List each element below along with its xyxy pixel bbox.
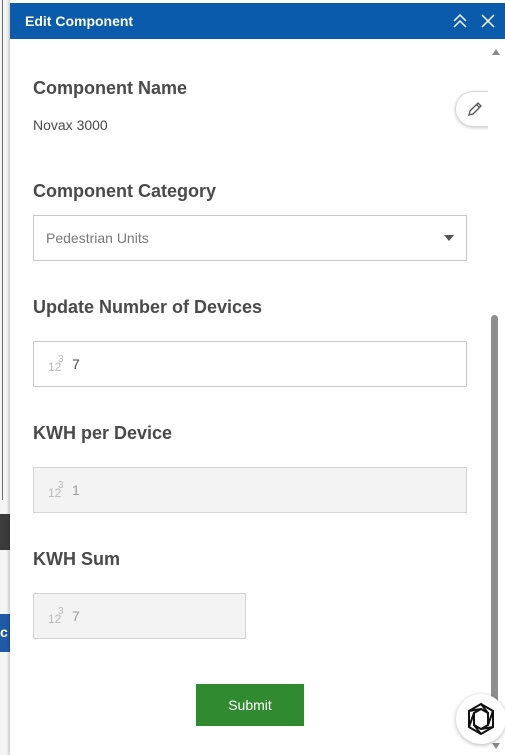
header-actions <box>451 12 497 30</box>
scroll-down-arrow-icon[interactable] <box>492 743 500 749</box>
component-name-label: Component Name <box>33 78 188 98</box>
background-divider <box>0 0 3 500</box>
kwh-per-device-input: 12 3 1 <box>33 467 467 513</box>
number-of-devices-value: 7 <box>72 356 80 372</box>
kwh-sum-input: 12 3 7 <box>33 593 246 639</box>
background-blue-button-text: c <box>0 624 8 640</box>
number-icon: 12 3 <box>48 354 64 374</box>
assistant-button[interactable] <box>456 694 505 744</box>
number-of-devices-label: Update Number of Devices <box>33 297 263 317</box>
double-chevron-up-icon <box>453 13 467 28</box>
kwh-per-device-label: KWH per Device <box>33 423 173 443</box>
panel-title: Edit Component <box>25 13 134 29</box>
assistant-logo-icon <box>468 702 494 736</box>
caret-down-icon <box>444 235 454 241</box>
number-icon: 12 3 <box>48 480 64 500</box>
close-icon <box>481 14 495 28</box>
background-dark-bar <box>0 514 10 550</box>
kwh-sum-label: KWH Sum <box>33 549 120 569</box>
edit-component-panel: Edit Component Component Name Novax 3000… <box>10 0 505 755</box>
collapse-button[interactable] <box>451 12 469 30</box>
kwh-per-device-value: 1 <box>72 482 80 498</box>
pencil-icon <box>467 102 482 116</box>
component-category-label: Component Category <box>33 181 217 201</box>
kwh-sum-value: 7 <box>72 608 80 624</box>
panel-header: Edit Component <box>10 3 505 39</box>
component-category-selected: Pedestrian Units <box>46 230 149 246</box>
submit-button[interactable]: Submit <box>196 684 304 726</box>
background-blue-button[interactable]: c <box>0 614 10 652</box>
form-content: Component Name Novax 3000 Component Cate… <box>10 39 488 755</box>
scrollbar[interactable] <box>488 39 505 755</box>
close-button[interactable] <box>479 12 497 30</box>
scroll-up-arrow-icon[interactable] <box>492 49 500 55</box>
number-icon: 12 3 <box>48 606 64 626</box>
scrollbar-thumb[interactable] <box>491 315 498 735</box>
component-category-select[interactable]: Pedestrian Units <box>33 215 467 261</box>
component-name-value: Novax 3000 <box>33 117 108 133</box>
number-of-devices-input[interactable]: 12 3 7 <box>33 341 467 387</box>
